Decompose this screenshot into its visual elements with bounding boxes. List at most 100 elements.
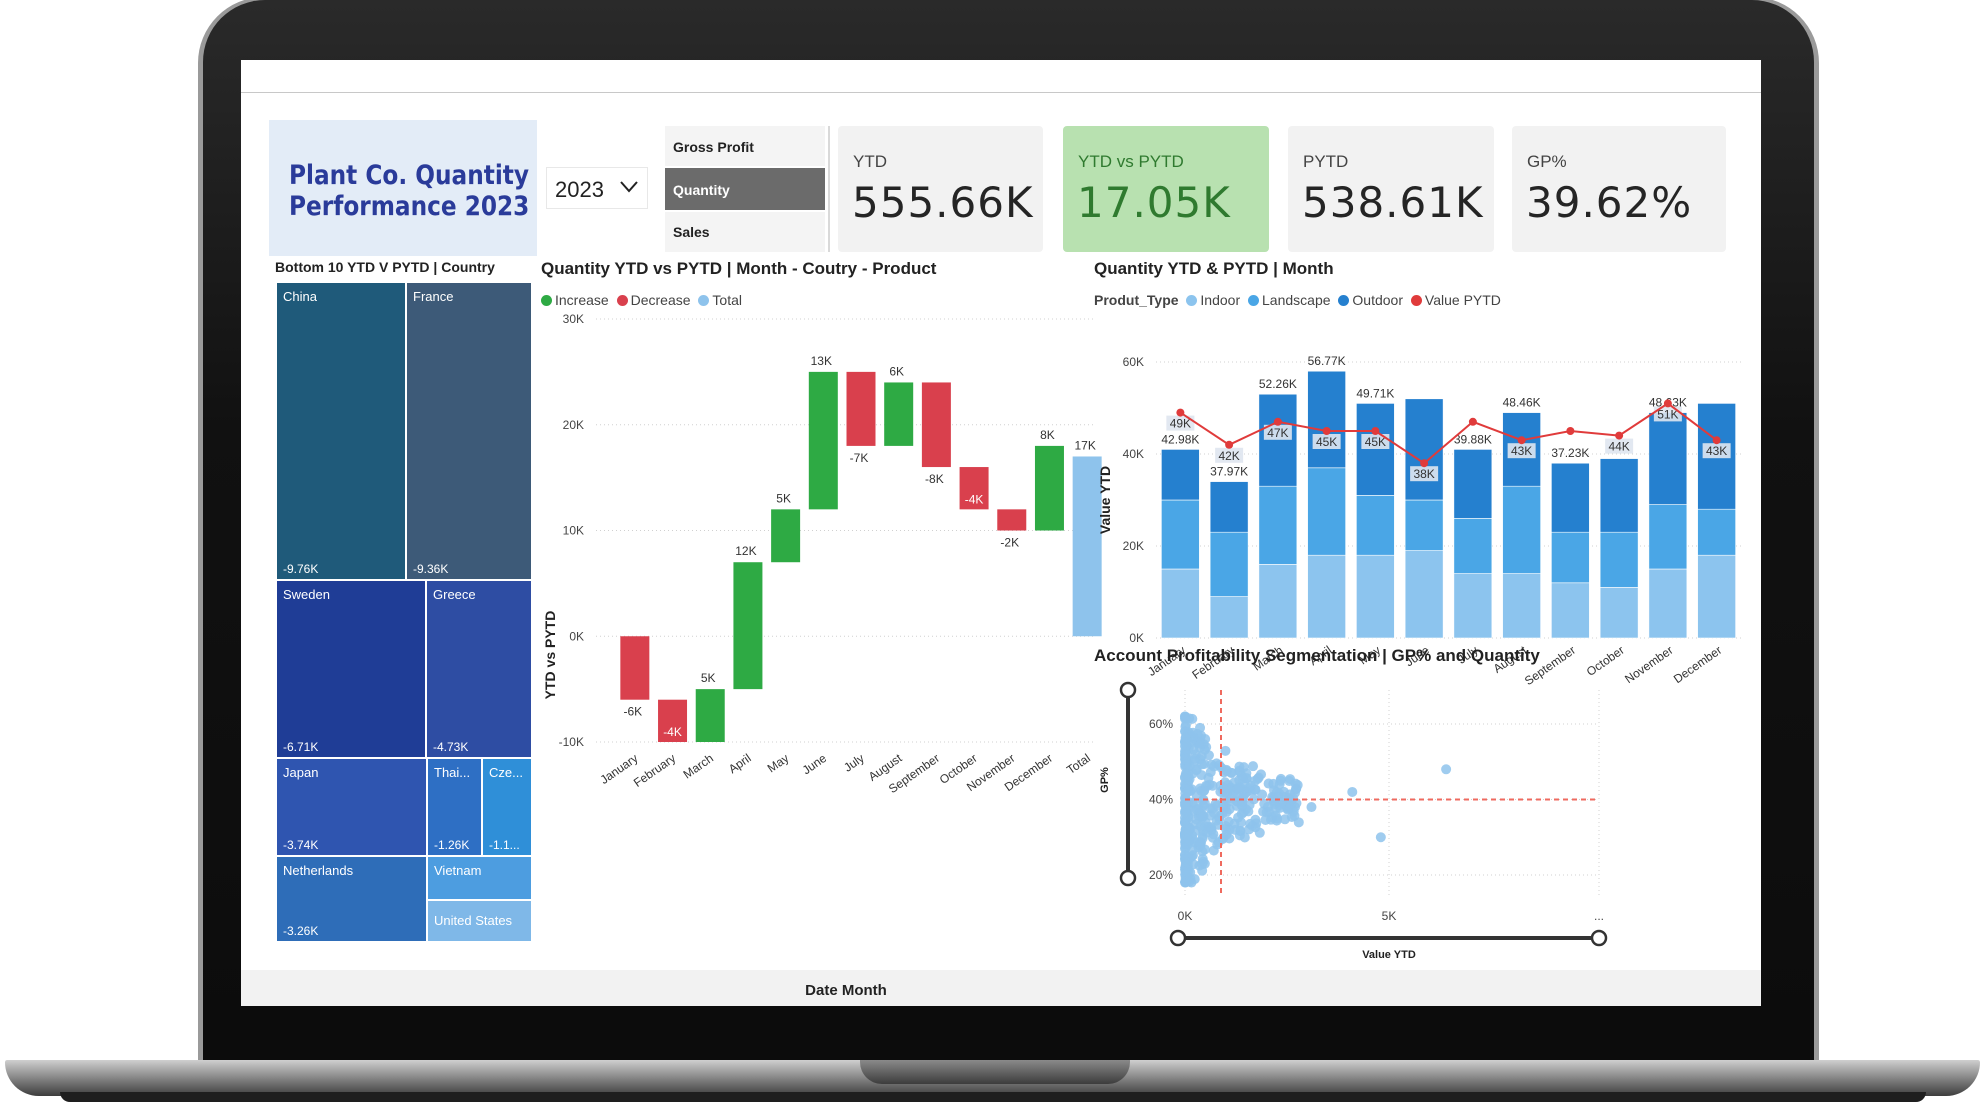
- scatter-point: [1226, 793, 1237, 804]
- treemap-cell[interactable]: Sweden -6.71K: [276, 580, 426, 758]
- line-point: [1322, 427, 1331, 435]
- treemap-cell-value: -1.26K: [434, 838, 470, 852]
- treemap-cell[interactable]: Japan -3.74K: [276, 758, 427, 856]
- scatter-point: [1197, 865, 1208, 876]
- scatter-point: [1182, 736, 1193, 747]
- line-point: [1566, 427, 1575, 435]
- treemap-cell-value: -6.71K: [283, 740, 319, 754]
- treemap-cell-value: -1.1...: [489, 838, 520, 852]
- stacked-bar-segment: [1404, 550, 1444, 639]
- legend-item-outdoor[interactable]: Outdoor: [1338, 292, 1403, 308]
- x-tick-label: May: [765, 751, 792, 775]
- metric-option-gross-profit[interactable]: Gross Profit: [665, 126, 825, 166]
- stacked-bar-segment: [1307, 554, 1346, 639]
- x-tick-label: March: [681, 751, 716, 782]
- legend-item-landscape[interactable]: Landscape: [1248, 292, 1331, 308]
- data-label: 45K: [1316, 435, 1337, 449]
- y-range-slider-handle[interactable]: [1119, 869, 1137, 887]
- kpi-value: 17.05K: [1077, 178, 1231, 227]
- treemap-cell[interactable]: United States: [427, 900, 532, 942]
- scatter-point: [1233, 812, 1244, 823]
- x-range-slider-handle[interactable]: [1590, 929, 1608, 947]
- line-point: [1176, 408, 1185, 417]
- y-axis-title: YTD vs PYTD: [542, 611, 558, 700]
- treemap-cell[interactable]: Greece -4.73K: [426, 580, 532, 758]
- scatter-chart: 60% 40% 20% 0K 5K ... GP% Value YTD: [1099, 681, 1608, 961]
- kpi-label: YTD: [853, 152, 887, 171]
- stacked-bar-segment: [1599, 587, 1639, 639]
- line-point: [1273, 417, 1282, 426]
- screen: Plant Co. Quantity Performance 2023 2023…: [241, 60, 1761, 1006]
- stacked-bar-segment: [1453, 449, 1493, 519]
- waterfall-bar: [921, 382, 951, 468]
- stacked-bar-segment: [1209, 596, 1249, 639]
- treemap: China -9.76K France -9.36K Sweden -6.71K Gr…: [276, 282, 532, 942]
- stacked-bar-segment: [1209, 531, 1249, 597]
- treemap-cell-name: Cze...: [489, 765, 523, 780]
- waterfall-bar: [997, 509, 1027, 531]
- treemap-cell[interactable]: China -9.76K: [276, 282, 406, 580]
- scatter-point: [1197, 846, 1208, 857]
- legend-item-increase[interactable]: Increase: [541, 292, 609, 308]
- scatter-point: [1197, 830, 1208, 841]
- scatter-point: [1224, 833, 1235, 844]
- year-dropdown[interactable]: 2023: [546, 167, 648, 209]
- y-tick-label: 0K: [1129, 631, 1144, 645]
- x-range-slider-handle[interactable]: [1169, 929, 1187, 947]
- stacked-bar-segment: [1209, 481, 1249, 533]
- metric-option-sales[interactable]: Sales: [665, 212, 825, 252]
- scatter-point: [1180, 812, 1190, 823]
- legend-item-indoor[interactable]: Indoor: [1186, 292, 1240, 308]
- line-point: [1712, 436, 1721, 445]
- page-title-line2: Performance 2023: [289, 191, 530, 222]
- metric-option-label: Gross Profit: [673, 139, 754, 155]
- scatter-point: [1180, 768, 1191, 779]
- scatter-point: [1254, 827, 1265, 838]
- scatter-point: [1306, 802, 1317, 813]
- treemap-cell-value: -4.73K: [433, 740, 469, 754]
- data-label: -4K: [965, 492, 984, 506]
- treemap-cell[interactable]: Thai... -1.26K: [427, 758, 482, 856]
- laptop-notch: [860, 1060, 1130, 1084]
- treemap-cell-value: -9.76K: [283, 562, 319, 576]
- x-tick-label: February: [631, 751, 678, 790]
- scatter-point: [1187, 727, 1198, 738]
- treemap-cell[interactable]: France -9.36K: [406, 282, 532, 580]
- treemap-cell[interactable]: Netherlands -3.26K: [276, 856, 427, 942]
- window-top-bar: [241, 60, 1761, 93]
- data-label: 49.71K: [1356, 386, 1394, 400]
- treemap-cell-name: Sweden: [283, 587, 330, 602]
- stacked-bar-segment: [1307, 370, 1346, 469]
- treemap-cell-name: China: [283, 289, 317, 304]
- treemap-cell[interactable]: Vietnam: [427, 856, 532, 900]
- data-label: -2K: [1000, 536, 1019, 550]
- scatter-point: [1245, 818, 1256, 829]
- metric-option-quantity[interactable]: Quantity: [665, 168, 825, 210]
- scatter-point: [1224, 804, 1235, 815]
- waterfall-title: Quantity YTD vs PYTD | Month - Coutry - …: [541, 259, 937, 278]
- data-label: 42K: [1218, 449, 1239, 463]
- legend-item-value-pytd[interactable]: Value PYTD: [1410, 292, 1501, 308]
- treemap-cell[interactable]: Cze... -1.1...: [482, 758, 532, 856]
- line-point: [1615, 431, 1624, 440]
- data-label: 44K: [1608, 440, 1629, 454]
- stacked-bar-segment: [1697, 508, 1736, 556]
- treemap-cell-name: Netherlands: [283, 863, 354, 878]
- legend-item-decrease[interactable]: Decrease: [616, 292, 691, 308]
- y-range-slider-handle[interactable]: [1119, 681, 1137, 699]
- scatter-point: [1347, 786, 1358, 797]
- data-label: 17K: [1074, 438, 1095, 452]
- kpi-card-ytd: YTD 555.66K: [838, 126, 1043, 252]
- scatter-point: [1441, 764, 1452, 775]
- legend-item-total[interactable]: Total: [698, 292, 742, 308]
- title-card: Plant Co. Quantity Performance 2023: [269, 120, 537, 256]
- y-tick-label: -10K: [559, 735, 584, 749]
- scatter-point: [1261, 807, 1272, 818]
- scatter-point: [1270, 810, 1281, 821]
- data-label: 5K: [701, 671, 716, 685]
- stacked-bar-segment: [1356, 403, 1395, 496]
- waterfall-bar: [846, 371, 876, 446]
- treemap-cell-name: France: [413, 289, 454, 304]
- line-point: [1663, 399, 1672, 408]
- treemap-cell-name: Vietnam: [434, 863, 482, 878]
